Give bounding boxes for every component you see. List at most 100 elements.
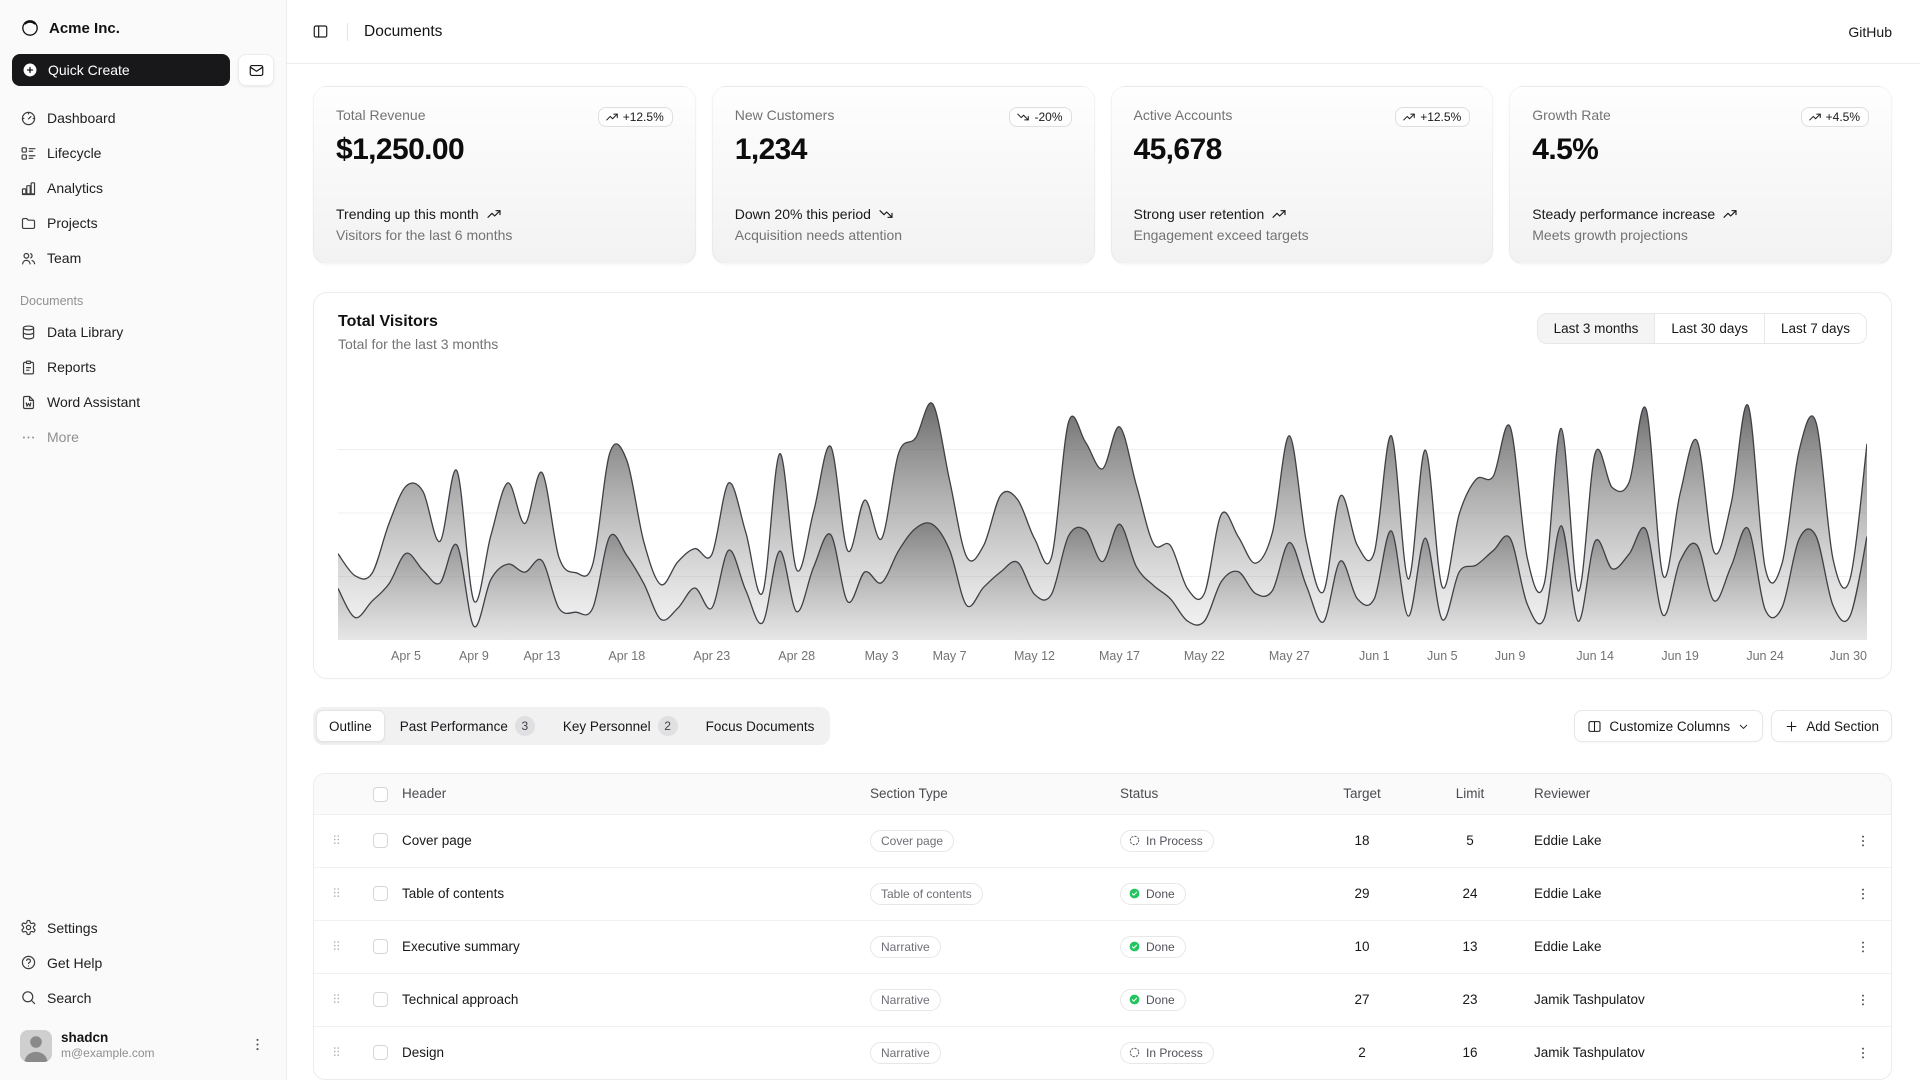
row-menu-button[interactable] — [1849, 986, 1877, 1014]
stat-card-footer-title: Steady performance increase — [1532, 206, 1869, 222]
row-menu-button[interactable] — [1849, 827, 1877, 855]
sidebar-item-label: Dashboard — [47, 110, 116, 126]
status-text: Done — [1146, 940, 1175, 954]
sidebar-item-team[interactable]: Team — [12, 242, 274, 274]
th-status: Status — [1120, 774, 1318, 814]
drag-handle[interactable] — [327, 989, 346, 1011]
sidebar-item-lifecycle[interactable]: Lifecycle — [12, 137, 274, 169]
stat-card-footer: Down 20% this periodAcquisition needs at… — [735, 206, 1072, 243]
header-cell[interactable]: Table of contents — [402, 867, 870, 920]
row-menu-button[interactable] — [1849, 880, 1877, 908]
limit-cell[interactable]: 24 — [1406, 867, 1534, 920]
trending-up-icon — [1271, 206, 1287, 222]
svg-text:Apr 13: Apr 13 — [523, 649, 560, 663]
drag-handle[interactable] — [327, 1042, 346, 1064]
tab-key-personnel[interactable]: Key Personnel2 — [550, 710, 691, 742]
drag-handle[interactable] — [327, 936, 346, 958]
sidebar-item-projects[interactable]: Projects — [12, 207, 274, 239]
tab-focus-documents[interactable]: Focus Documents — [693, 710, 828, 742]
user-menu[interactable]: shadcn m@example.com — [12, 1024, 274, 1068]
visitors-chart: Apr 5Apr 9Apr 13Apr 18Apr 23Apr 28May 3M… — [338, 378, 1867, 666]
drag-handle[interactable] — [327, 830, 346, 852]
sidebar-spacer — [12, 453, 274, 912]
th-limit: Limit — [1406, 774, 1534, 814]
target-cell[interactable]: 18 — [1318, 814, 1406, 867]
topbar: Documents GitHub — [287, 0, 1920, 64]
header-cell[interactable]: Technical approach — [402, 973, 870, 1026]
sidebar-item-label: Get Help — [47, 955, 102, 971]
dots-vertical-icon — [1855, 833, 1871, 849]
trend-badge: -20% — [1009, 107, 1071, 127]
actions-cell — [1834, 814, 1892, 867]
row-menu-button[interactable] — [1849, 933, 1877, 961]
status-cell: Done — [1120, 973, 1318, 1026]
status-text: Done — [1146, 993, 1175, 1007]
sidebar-item-reports[interactable]: Reports — [12, 351, 274, 383]
target-cell[interactable]: 29 — [1318, 867, 1406, 920]
target-cell[interactable]: 27 — [1318, 973, 1406, 1026]
header-cell[interactable]: Design — [402, 1026, 870, 1079]
stat-card-footer: Steady performance increaseMeets growth … — [1532, 206, 1869, 243]
row-checkbox[interactable] — [373, 833, 388, 848]
header-cell[interactable]: Executive summary — [402, 920, 870, 973]
limit-cell[interactable]: 13 — [1406, 920, 1534, 973]
drag-handle[interactable] — [327, 883, 346, 905]
section-type-badge: Narrative — [870, 936, 941, 958]
chevron-down-icon — [1737, 720, 1750, 733]
status-badge: Done — [1120, 989, 1186, 1011]
trend-badge-value: -20% — [1034, 110, 1062, 124]
section-type-cell: Narrative — [870, 1026, 1120, 1079]
row-checkbox[interactable] — [373, 992, 388, 1007]
inbox-button[interactable] — [238, 54, 274, 86]
sidebar-item-more[interactable]: More — [12, 421, 274, 453]
range-last-3-months[interactable]: Last 3 months — [1538, 314, 1655, 343]
sidebar-item-get-help[interactable]: Get Help — [12, 947, 274, 979]
svg-text:Apr 5: Apr 5 — [391, 649, 421, 663]
row-checkbox[interactable] — [373, 939, 388, 954]
row-menu-button[interactable] — [1849, 1039, 1877, 1067]
target-cell[interactable]: 10 — [1318, 920, 1406, 973]
select-all-checkbox[interactable] — [373, 787, 388, 802]
tab-outline[interactable]: Outline — [316, 710, 385, 742]
th-drag — [314, 774, 358, 814]
stat-card-footer-title: Trending up this month — [336, 206, 673, 222]
limit-cell[interactable]: 16 — [1406, 1026, 1534, 1079]
actions-cell — [1834, 867, 1892, 920]
status-cell: In Process — [1120, 1026, 1318, 1079]
sidebar-item-settings[interactable]: Settings — [12, 912, 274, 944]
sidebar-item-analytics[interactable]: Analytics — [12, 172, 274, 204]
svg-text:May 22: May 22 — [1184, 649, 1225, 663]
th-actions — [1834, 774, 1892, 814]
sidebar: Acme Inc. Quick Create Dashboard Lifecycl… — [0, 0, 287, 1080]
sidebar-item-search[interactable]: Search — [12, 982, 274, 1014]
limit-cell[interactable]: 23 — [1406, 973, 1534, 1026]
stat-card-value: 1,234 — [735, 133, 1072, 167]
github-link[interactable]: GitHub — [1848, 24, 1892, 40]
sidebar-toggle-button[interactable] — [305, 17, 335, 47]
target-cell[interactable]: 2 — [1318, 1026, 1406, 1079]
sidebar-item-word-assistant[interactable]: Word Assistant — [12, 386, 274, 418]
status-cell: Done — [1120, 867, 1318, 920]
add-section-button[interactable]: Add Section — [1771, 710, 1892, 742]
quick-create-button[interactable]: Quick Create — [12, 54, 230, 86]
th-target: Target — [1318, 774, 1406, 814]
sidebar-item-dashboard[interactable]: Dashboard — [12, 102, 274, 134]
customize-columns-button[interactable]: Customize Columns — [1574, 710, 1763, 742]
tab-past-performance[interactable]: Past Performance3 — [387, 710, 548, 742]
header-cell[interactable]: Cover page — [402, 814, 870, 867]
sidebar-item-label: Team — [47, 250, 81, 266]
limit-cell[interactable]: 5 — [1406, 814, 1534, 867]
dots-vertical-icon — [1855, 992, 1871, 1008]
dashboard-icon — [20, 110, 37, 127]
range-last-30-days[interactable]: Last 30 days — [1654, 314, 1764, 343]
row-checkbox[interactable] — [373, 886, 388, 901]
user-more-button[interactable] — [249, 1036, 266, 1056]
avatar — [20, 1030, 52, 1062]
org-switcher[interactable]: Acme Inc. — [12, 12, 274, 44]
circle-plus-icon — [21, 61, 39, 79]
quick-create-label: Quick Create — [48, 62, 130, 78]
range-last-7-days[interactable]: Last 7 days — [1764, 314, 1866, 343]
svg-text:Apr 18: Apr 18 — [608, 649, 645, 663]
row-checkbox[interactable] — [373, 1045, 388, 1060]
sidebar-item-data-library[interactable]: Data Library — [12, 316, 274, 348]
